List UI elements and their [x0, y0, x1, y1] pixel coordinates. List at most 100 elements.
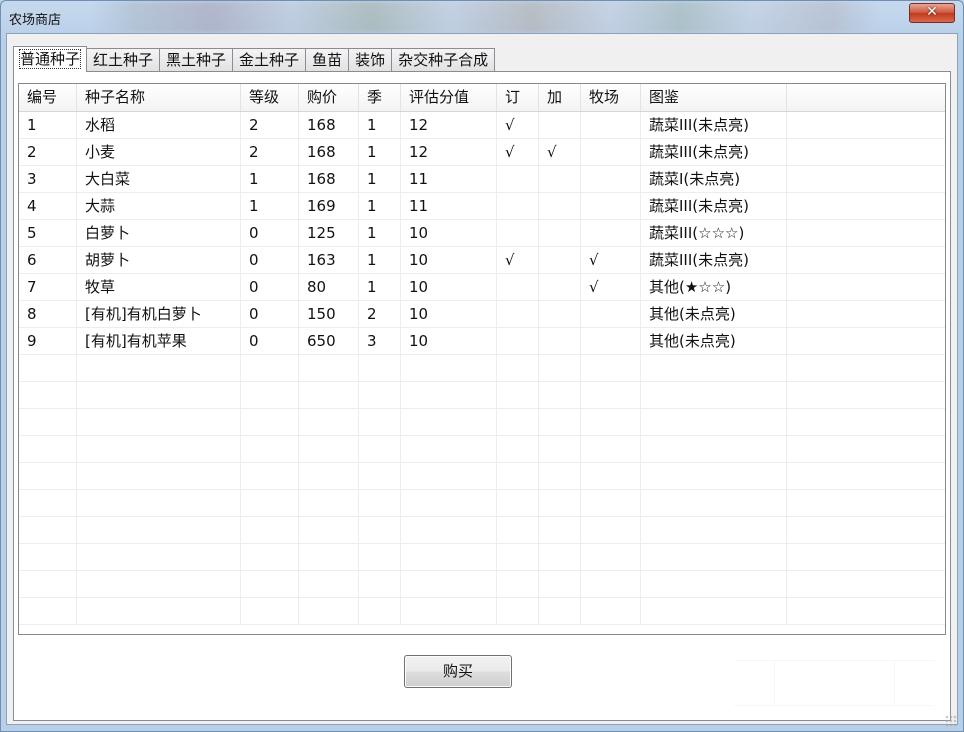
table-cell	[581, 382, 641, 409]
table-cell	[359, 355, 401, 382]
tab-2[interactable]: 黑土种子	[159, 48, 234, 72]
tab-0[interactable]: 普通种子	[13, 46, 88, 72]
table-cell	[581, 544, 641, 571]
table-cell	[497, 517, 539, 544]
column-header-8[interactable]: 牧场	[581, 84, 641, 111]
table-cell	[539, 274, 581, 301]
table-row[interactable]: 9 [有机]有机苹果 0 650 3 10 其他(未点亮)	[19, 328, 945, 355]
table-cell: 蔬菜III(未点亮)	[641, 112, 787, 139]
table-cell: 150	[299, 301, 359, 328]
resize-grip[interactable]	[945, 715, 957, 727]
list-body: 1 水稻 2 168 1 12 √ 蔬菜III(未点亮) 2 小麦 2 168 1 12 √ √ 蔬菜III(未…	[19, 112, 945, 625]
close-button[interactable]: ✕	[909, 3, 955, 23]
empty-row	[19, 355, 945, 382]
table-cell: 1	[19, 112, 77, 139]
table-cell: 1	[359, 139, 401, 166]
table-row[interactable]: 7 牧草 0 80 1 10 √ 其他(★☆☆)	[19, 274, 945, 301]
table-cell: 1	[359, 247, 401, 274]
column-header-1[interactable]: 种子名称	[77, 84, 241, 111]
table-row[interactable]: 1 水稻 2 168 1 12 √ 蔬菜III(未点亮)	[19, 112, 945, 139]
table-cell	[497, 301, 539, 328]
column-header-3[interactable]: 购价	[299, 84, 359, 111]
table-cell: 4	[19, 193, 77, 220]
table-row[interactable]: 2 小麦 2 168 1 12 √ √ 蔬菜III(未点亮)	[19, 139, 945, 166]
table-cell	[19, 463, 77, 490]
table-cell	[497, 436, 539, 463]
table-cell	[539, 382, 581, 409]
table-cell	[77, 355, 241, 382]
table-cell: 8	[19, 301, 77, 328]
column-header-9[interactable]: 图鉴	[641, 84, 787, 111]
table-cell	[299, 463, 359, 490]
table-cell: 1	[359, 166, 401, 193]
table-cell	[539, 409, 581, 436]
table-cell	[641, 517, 787, 544]
table-cell: √	[497, 112, 539, 139]
tab-label: 红土种子	[93, 51, 154, 69]
table-row[interactable]: 6 胡萝卜 0 163 1 10 √ √ 蔬菜III(未点亮)	[19, 247, 945, 274]
table-cell	[299, 517, 359, 544]
table-cell	[787, 220, 945, 247]
table-cell	[497, 166, 539, 193]
table-cell	[787, 382, 945, 409]
column-header-10[interactable]	[787, 84, 945, 111]
table-cell	[641, 544, 787, 571]
table-cell	[581, 463, 641, 490]
table-cell	[641, 598, 787, 625]
table-cell	[539, 112, 581, 139]
table-cell: 2	[359, 301, 401, 328]
table-cell	[299, 409, 359, 436]
table-cell	[787, 355, 945, 382]
table-cell: 11	[401, 193, 497, 220]
list-header: 编号 种子名称 等级 购价季评估分值订加牧场 图鉴	[19, 84, 945, 112]
table-cell	[581, 409, 641, 436]
tab-4[interactable]: 鱼苗	[305, 48, 350, 72]
column-header-2[interactable]: 等级	[241, 84, 299, 111]
tab-1[interactable]: 红土种子	[86, 48, 161, 72]
table-cell	[19, 355, 77, 382]
table-cell	[241, 517, 299, 544]
column-header-5[interactable]: 评估分值	[401, 84, 497, 111]
table-cell	[581, 490, 641, 517]
column-header-4[interactable]: 季	[359, 84, 401, 111]
table-cell	[581, 220, 641, 247]
table-cell: 其他(★☆☆)	[641, 274, 787, 301]
table-cell: 1	[241, 166, 299, 193]
close-icon: ✕	[926, 4, 938, 20]
table-cell: 2	[19, 139, 77, 166]
empty-row	[19, 436, 945, 463]
table-cell	[641, 355, 787, 382]
table-row[interactable]: 4 大蒜 1 169 1 11 蔬菜III(未点亮)	[19, 193, 945, 220]
table-cell: 11	[401, 166, 497, 193]
column-header-0[interactable]: 编号	[19, 84, 77, 111]
table-cell: 0	[241, 247, 299, 274]
table-cell	[787, 436, 945, 463]
table-row[interactable]: 8 [有机]有机白萝卜 0 150 2 10 其他(未点亮)	[19, 301, 945, 328]
table-row[interactable]: 3 大白菜 1 168 1 11 蔬菜Ⅰ(未点亮)	[19, 166, 945, 193]
table-row[interactable]: 5 白萝卜 0 125 1 10 蔬菜III(☆☆☆)	[19, 220, 945, 247]
tab-strip: 普通种子 红土种子 黑土种子 金土种子 鱼苗 装饰 杂交种子合成	[13, 46, 496, 72]
table-cell	[77, 382, 241, 409]
column-header-6[interactable]: 订	[497, 84, 539, 111]
buy-button[interactable]: 购买	[404, 655, 512, 688]
table-cell: 6	[19, 247, 77, 274]
table-cell: 650	[299, 328, 359, 355]
table-cell: 12	[401, 112, 497, 139]
table-cell: 蔬菜III(☆☆☆)	[641, 220, 787, 247]
table-cell	[299, 490, 359, 517]
table-cell	[497, 220, 539, 247]
window-client-area: 普通种子 红土种子 黑土种子 金土种子 鱼苗 装饰 杂交种子合成 编号 种子名称 等级 购价季评估…	[6, 33, 958, 725]
tab-3[interactable]: 金土种子	[232, 48, 307, 72]
table-cell	[581, 301, 641, 328]
table-cell	[241, 571, 299, 598]
tab-6[interactable]: 杂交种子合成	[391, 48, 496, 72]
tab-5[interactable]: 装饰	[348, 48, 393, 72]
table-cell: 0	[241, 301, 299, 328]
table-cell	[299, 382, 359, 409]
column-header-7[interactable]: 加	[539, 84, 581, 111]
table-cell: 1	[359, 112, 401, 139]
table-cell: 168	[299, 166, 359, 193]
table-cell	[401, 382, 497, 409]
seed-list[interactable]: 编号 种子名称 等级 购价季评估分值订加牧场 图鉴 1 水稻 2 168 1 12 √ 蔬菜III(未…	[18, 83, 946, 635]
table-cell: 10	[401, 328, 497, 355]
